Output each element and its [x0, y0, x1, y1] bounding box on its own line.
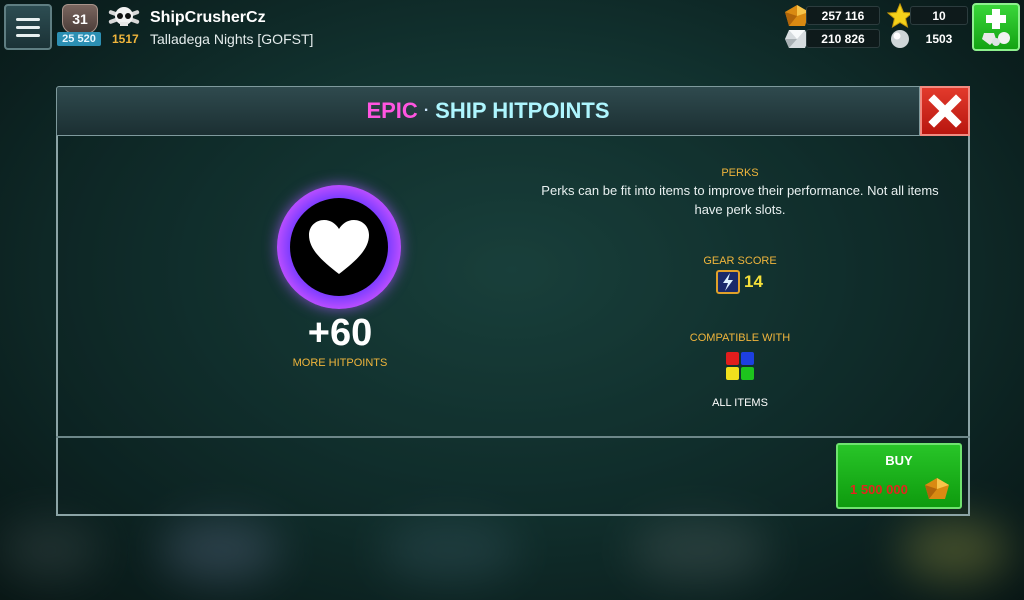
gear-score-label: GEAR SCORE: [703, 255, 777, 267]
perk-stat-label: MORE HITPOINTS: [292, 357, 388, 369]
silver-amount: 210 826: [806, 29, 880, 48]
gold-value: 257 116: [821, 8, 865, 23]
compatible-value: ALL ITEMS: [712, 397, 768, 409]
gold-amount: 257 116: [806, 6, 880, 25]
perk-medal: [277, 185, 401, 309]
color-grid-icon: [726, 352, 754, 380]
dialog-divider: [56, 436, 970, 438]
xp-points: 25 520: [62, 33, 96, 45]
compat-green: [741, 367, 754, 380]
title-separator: ·: [423, 102, 430, 119]
hamburger-icon: [16, 17, 40, 21]
xp-chip: 25 520: [57, 32, 101, 46]
guild-name[interactable]: Talladega Nights [GOFST]: [150, 31, 313, 47]
gear-score: 14: [716, 270, 763, 294]
add-resources-button[interactable]: [972, 3, 1020, 51]
stars-value: 10: [932, 8, 946, 23]
skull-icon: [108, 7, 140, 26]
compatible-label: COMPATIBLE WITH: [689, 332, 791, 344]
dialog-header: EPIC · SHIP HITPOINTS: [56, 86, 920, 136]
compat-yellow: [726, 367, 739, 380]
compat-red: [726, 352, 739, 365]
compat-blue: [741, 352, 754, 365]
perks-description: Perks can be fit into items to improve t…: [541, 183, 939, 217]
pearls-value: 1503: [925, 31, 953, 46]
rank-score: 1517: [112, 32, 139, 46]
buy-button[interactable]: BUY 1 500 000: [836, 443, 962, 509]
pearls-amount: 1503: [910, 29, 968, 48]
heart-icon: [309, 220, 369, 274]
background-glow: [160, 520, 280, 580]
buy-label: BUY: [885, 453, 913, 468]
perk-value: +60: [307, 312, 373, 354]
hamburger-icon: [16, 33, 40, 37]
gear-score-icon: [716, 270, 740, 294]
silver-value: 210 826: [821, 31, 865, 46]
background-glow: [0, 520, 100, 580]
dialog-title: SHIP HITPOINTS: [435, 98, 610, 123]
pearl-icon: [891, 30, 909, 48]
player-name[interactable]: ShipCrusherCz: [150, 9, 266, 27]
hamburger-icon: [16, 25, 40, 29]
background-glow: [900, 520, 1010, 580]
background-glow: [380, 520, 520, 580]
close-icon: [928, 94, 962, 128]
stars-amount: 10: [910, 6, 968, 25]
rarity-label: EPIC: [366, 98, 418, 123]
perks-label: PERKS: [721, 167, 759, 179]
close-button[interactable]: [920, 86, 970, 136]
gear-score-value: 14: [744, 272, 763, 291]
background-glow: [630, 520, 770, 580]
player-level: 31: [72, 11, 88, 27]
perk-medal-inner: [290, 198, 388, 296]
level-badge: 31: [62, 4, 98, 34]
add-resources-icon: [982, 9, 1010, 46]
menu-button[interactable]: [4, 4, 52, 50]
buy-price: 1 500 000: [850, 482, 908, 497]
gold-gem-icon: [925, 478, 949, 499]
